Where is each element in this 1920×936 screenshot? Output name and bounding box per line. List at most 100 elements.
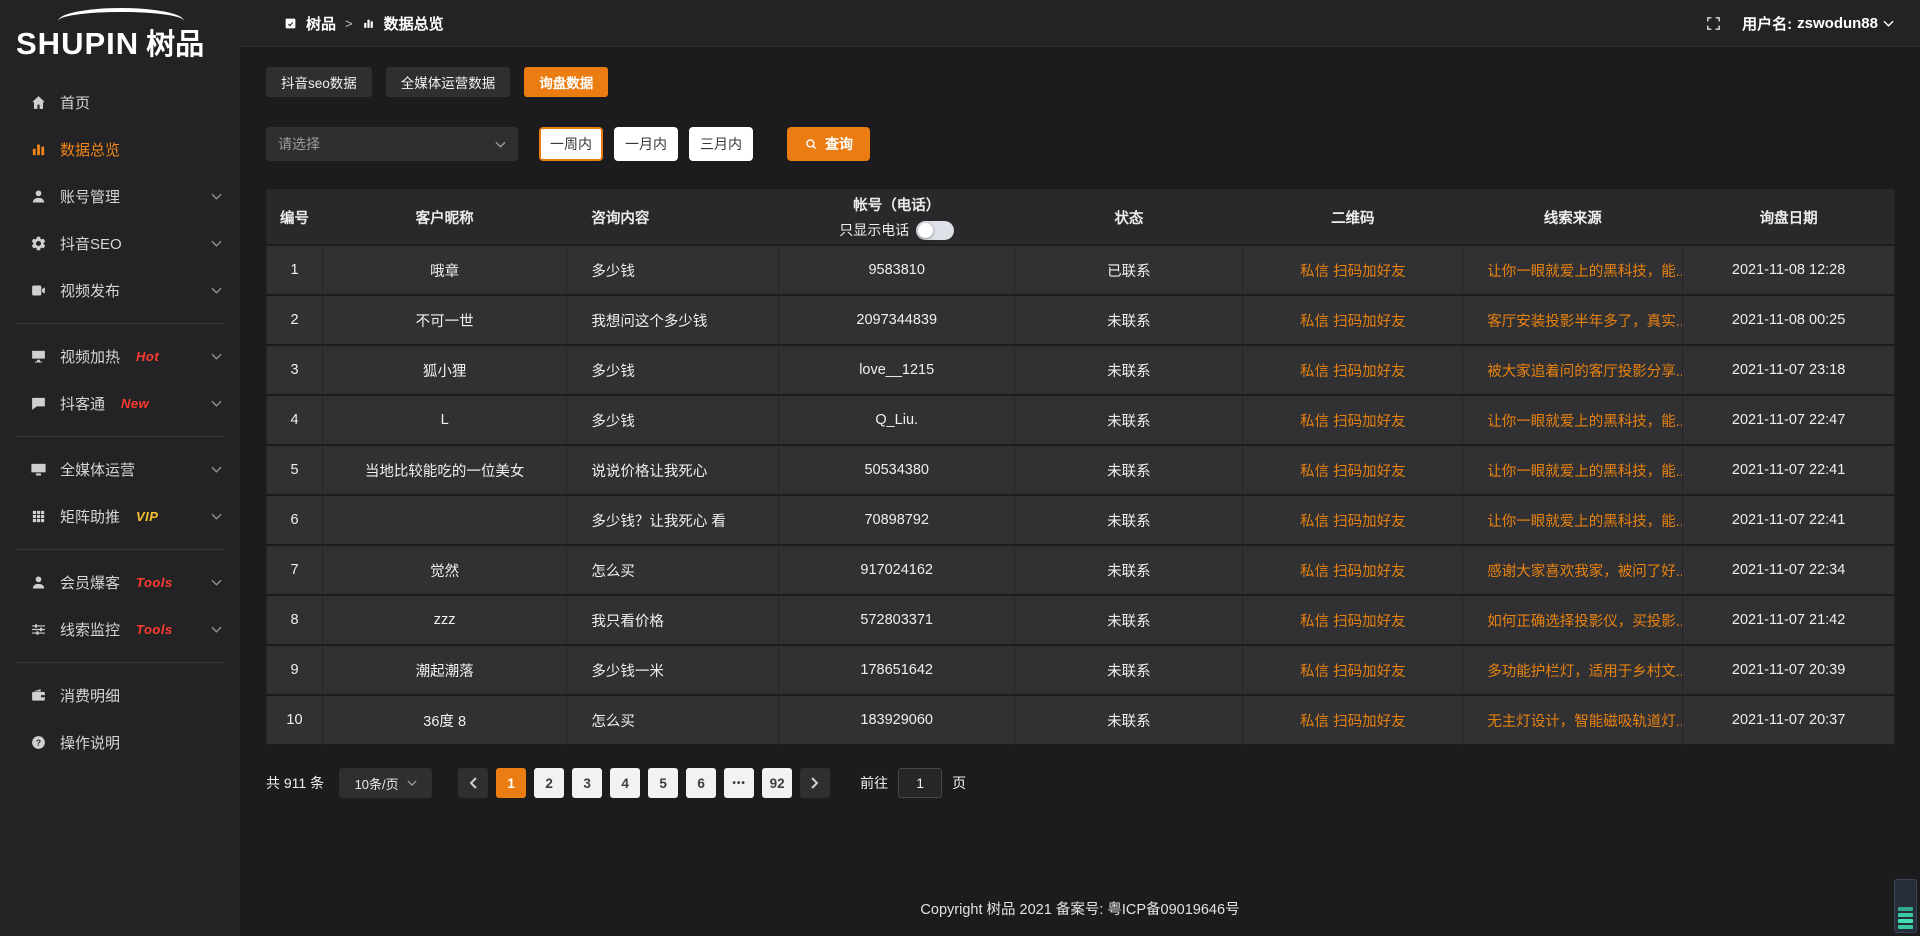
- prev-page-button[interactable]: [458, 768, 488, 798]
- table-body: 1哦章多少钱9583810已联系私信 扫码加好友让你一眼就爱上的黑科技，能...…: [266, 246, 1895, 746]
- sidebar-item-operation-guide[interactable]: ?操作说明: [0, 719, 240, 766]
- sidebar-item-omni-media-operation[interactable]: 全媒体运营: [0, 446, 240, 493]
- fullscreen-icon[interactable]: [1705, 15, 1722, 32]
- account-phone: 572803371: [779, 596, 1015, 646]
- next-page-button[interactable]: [800, 768, 830, 798]
- sidebar-item-label: 视频加热: [60, 346, 120, 367]
- customer-nickname: [323, 496, 567, 546]
- page-button-92[interactable]: 92: [762, 768, 792, 798]
- qrcode-link[interactable]: 私信 扫码加好友: [1300, 264, 1406, 280]
- page-size-select[interactable]: 10条/页: [339, 768, 432, 798]
- sidebar-item-consumption-detail[interactable]: 消费明细: [0, 672, 240, 719]
- chevron-left-icon: [469, 777, 477, 789]
- goto-page-input[interactable]: [898, 768, 942, 798]
- customer-nickname: 哦章: [323, 246, 567, 296]
- inquiry-date: 2021-11-07 20:37: [1683, 696, 1895, 746]
- page-button-3[interactable]: 3: [572, 768, 602, 798]
- display-icon: [30, 348, 47, 365]
- source-link[interactable]: 被大家追着问的客厅投影分享...: [1487, 364, 1683, 380]
- qrcode-link[interactable]: 私信 扫码加好友: [1300, 714, 1406, 730]
- tab-omni-media-data[interactable]: 全媒体运营数据: [386, 67, 511, 97]
- page-button-2[interactable]: 2: [534, 768, 564, 798]
- qrcode-link[interactable]: 私信 扫码加好友: [1300, 514, 1406, 530]
- filter-select[interactable]: 请选择: [266, 127, 518, 161]
- inquiry-date: 2021-11-07 23:18: [1683, 346, 1895, 396]
- qrcode-link[interactable]: 私信 扫码加好友: [1300, 464, 1406, 480]
- range-one-week[interactable]: 一周内: [539, 127, 603, 161]
- chevron-down-icon: [211, 579, 222, 586]
- col-header: 二维码: [1243, 189, 1463, 246]
- source-link[interactable]: 多功能护栏灯，适用于乡村文...: [1487, 664, 1683, 680]
- range-three-months[interactable]: 三月内: [689, 127, 753, 161]
- breadcrumb-root[interactable]: 树品: [306, 13, 336, 34]
- video-icon: [30, 282, 47, 299]
- sidebar-item-label: 矩阵助推: [60, 506, 120, 527]
- sidebar-item-member-baoke[interactable]: 会员爆客Tools: [0, 559, 240, 606]
- sidebar-item-video-heating[interactable]: 视频加热Hot: [0, 333, 240, 380]
- table-head-row: 编号客户昵称咨询内容帐号（电话）只显示电话状态二维码线索来源询盘日期: [266, 189, 1895, 246]
- sidebar-item-home[interactable]: 首页: [0, 79, 240, 126]
- sidebar-item-account-management[interactable]: 账号管理: [0, 173, 240, 220]
- chevron-down-icon: [211, 193, 222, 200]
- username-label: 用户名:: [1742, 13, 1792, 34]
- filter-row: 请选择 一周内一月内三月内 查询: [266, 127, 1895, 161]
- customer-nickname: 不可一世: [323, 296, 567, 346]
- qrcode-link[interactable]: 私信 扫码加好友: [1300, 364, 1406, 380]
- pager: 123456 ••• 92: [458, 768, 830, 798]
- account-phone: 70898792: [779, 496, 1015, 546]
- page-button-1[interactable]: 1: [496, 768, 526, 798]
- tabs: 抖音seo数据全媒体运营数据询盘数据: [266, 67, 1895, 97]
- sidebar-item-video-publish[interactable]: 视频发布: [0, 267, 240, 314]
- source-link[interactable]: 让你一眼就爱上的黑科技，能...: [1487, 514, 1683, 530]
- row-index: 5: [266, 446, 323, 496]
- sidebar-item-label: 抖客通: [60, 393, 105, 414]
- main: 树品 > 数据总览 用户名: zswodun88 抖音seo数据全媒体运营数据询…: [240, 0, 1920, 936]
- col-header: 线索来源: [1463, 189, 1683, 246]
- sidebar-item-data-overview[interactable]: 数据总览: [0, 126, 240, 173]
- table-row: 7觉然怎么买917024162未联系私信 扫码加好友感谢大家喜欢我家，被问了好.…: [266, 546, 1895, 596]
- source-link[interactable]: 让你一眼就爱上的黑科技，能...: [1487, 414, 1683, 430]
- qrcode-link[interactable]: 私信 扫码加好友: [1300, 414, 1406, 430]
- status-badge: 未联系: [1015, 546, 1243, 596]
- customer-nickname: zzz: [323, 596, 567, 646]
- app-square-icon: [284, 17, 297, 30]
- source-link[interactable]: 无主灯设计，智能磁吸轨道灯...: [1487, 714, 1683, 730]
- qrcode-link[interactable]: 私信 扫码加好友: [1300, 664, 1406, 680]
- table-row: 1哦章多少钱9583810已联系私信 扫码加好友让你一眼就爱上的黑科技，能...…: [266, 246, 1895, 296]
- source-link[interactable]: 让你一眼就爱上的黑科技，能...: [1487, 264, 1683, 280]
- qrcode-link[interactable]: 私信 扫码加好友: [1300, 314, 1406, 330]
- query-button[interactable]: 查询: [787, 127, 870, 161]
- status-badge: 未联系: [1015, 496, 1243, 546]
- floating-widget[interactable]: [1894, 879, 1917, 933]
- chart-icon: [30, 141, 47, 158]
- tab-inquiry-data[interactable]: 询盘数据: [524, 67, 608, 97]
- sidebar-item-clue-monitor[interactable]: 线索监控Tools: [0, 606, 240, 653]
- phone-only-toggle[interactable]: [916, 221, 954, 240]
- page-more-button[interactable]: •••: [724, 768, 754, 798]
- sidebar-item-matrix-boost[interactable]: 矩阵助推VIP: [0, 493, 240, 540]
- source-link[interactable]: 感谢大家喜欢我家，被问了好...: [1487, 564, 1683, 580]
- row-index: 1: [266, 246, 323, 296]
- page-button-5[interactable]: 5: [648, 768, 678, 798]
- source-link[interactable]: 客厅安装投影半年多了，真实...: [1487, 314, 1683, 330]
- inquiry-date: 2021-11-07 22:41: [1683, 496, 1895, 546]
- source-link[interactable]: 让你一眼就爱上的黑科技，能...: [1487, 464, 1683, 480]
- qrcode-link[interactable]: 私信 扫码加好友: [1300, 614, 1406, 630]
- inquiry-content: 多少钱: [567, 246, 779, 296]
- chevron-down-icon: [211, 466, 222, 473]
- source-link[interactable]: 如何正确选择投影仪，买投影...: [1487, 614, 1683, 630]
- sidebar-item-douketong[interactable]: 抖客通New: [0, 380, 240, 427]
- inquiry-content: 怎么买: [567, 546, 779, 596]
- range-one-month[interactable]: 一月内: [614, 127, 678, 161]
- account-phone: 183929060: [779, 696, 1015, 746]
- sidebar-item-label: 账号管理: [60, 186, 120, 207]
- page-button-4[interactable]: 4: [610, 768, 640, 798]
- status-badge: 未联系: [1015, 646, 1243, 696]
- logo-arc-decoration: [58, 8, 184, 21]
- tab-douyin-seo-data[interactable]: 抖音seo数据: [266, 67, 372, 97]
- user-dropdown[interactable]: 用户名: zswodun88: [1742, 13, 1894, 34]
- qrcode-link[interactable]: 私信 扫码加好友: [1300, 564, 1406, 580]
- sidebar-item-douyin-seo[interactable]: 抖音SEO: [0, 220, 240, 267]
- footer-copyright: Copyright 树品 2021 备案号: 粤ICP备09019646号: [240, 883, 1920, 936]
- page-button-6[interactable]: 6: [686, 768, 716, 798]
